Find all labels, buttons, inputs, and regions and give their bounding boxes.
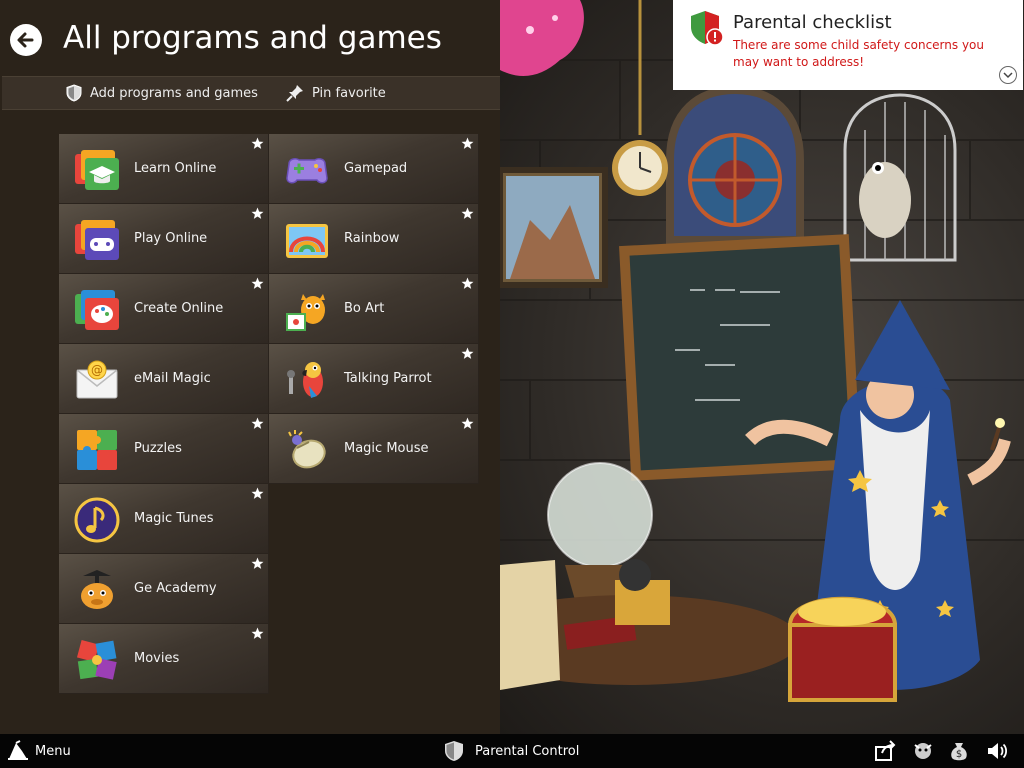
star-icon[interactable] [461, 137, 474, 150]
gamepad-icon [286, 158, 328, 184]
star-icon[interactable] [461, 417, 474, 430]
star-icon[interactable] [461, 207, 474, 220]
star-icon[interactable] [251, 417, 264, 430]
star-icon[interactable] [251, 207, 264, 220]
tile-label: Ge Academy [134, 581, 217, 596]
page-title: All programs and games [63, 20, 442, 56]
header: All programs and games [0, 0, 500, 74]
star-icon[interactable] [251, 137, 264, 150]
shield-warning-icon [691, 11, 724, 46]
tile-label: Gamepad [344, 161, 408, 176]
pushpin-icon [286, 85, 303, 102]
tile-create-online[interactable]: Create Online [59, 274, 269, 344]
tile-label: Create Online [134, 301, 224, 316]
parrot-icon [287, 362, 323, 398]
programs-panel: All programs and games Add programs and … [0, 0, 500, 734]
tile-play-online[interactable]: Play Online [59, 204, 269, 274]
wizard-illustration [500, 0, 1024, 702]
taskbar: Menu Parental Control $ [0, 734, 1024, 768]
film-icon [76, 639, 117, 680]
tile-learn-online[interactable]: Learn Online [59, 134, 269, 204]
tile-label: eMail Magic [134, 371, 211, 386]
svg-text:$: $ [956, 749, 962, 760]
tile-gamepad[interactable]: Gamepad [269, 134, 479, 204]
tile-movies[interactable]: Movies [59, 624, 269, 694]
chevron-down-icon [1003, 72, 1013, 79]
tile-label: Puzzles [134, 441, 182, 456]
tile-talking-parrot[interactable]: Talking Parrot [269, 344, 479, 414]
pin-favorite-button[interactable]: Pin favorite [286, 77, 386, 109]
giraffe-icon [81, 570, 113, 609]
tile-magic-tunes[interactable]: Magic Tunes [59, 484, 269, 554]
tile-rainbow[interactable]: Rainbow [269, 204, 479, 274]
tile-label: Movies [134, 651, 180, 666]
star-icon[interactable] [461, 347, 474, 360]
expand-notification-button[interactable] [999, 66, 1017, 84]
back-arrow-icon [17, 32, 34, 48]
wizard-hat-icon [8, 740, 28, 760]
music-note-icon [74, 497, 120, 543]
tile-label: Talking Parrot [344, 371, 432, 386]
star-icon[interactable] [461, 277, 474, 290]
tile-email-magic[interactable]: @ eMail Magic [59, 344, 269, 414]
tile-label: Magic Tunes [134, 511, 214, 526]
add-programs-label: Add programs and games [90, 85, 258, 101]
toolbar: Add programs and games Pin favorite [2, 76, 500, 110]
star-icon[interactable] [251, 277, 264, 290]
svg-text:@: @ [91, 363, 103, 377]
email-envelope-icon: @ [76, 360, 118, 399]
menu-label: Menu [35, 743, 71, 759]
add-programs-button[interactable]: Add programs and games [66, 77, 258, 109]
wizard-scene-background [500, 0, 1024, 734]
puzzle-icon [77, 430, 117, 470]
tile-ge-academy[interactable]: Ge Academy [59, 554, 269, 624]
back-button[interactable] [10, 24, 42, 56]
tile-label: Bo Art [344, 301, 385, 316]
gamepad-folder-icon [75, 220, 119, 260]
notification-message: There are some child safety concerns you… [733, 38, 984, 69]
cat-painter-icon [286, 294, 325, 331]
parental-checklist-notification[interactable]: Parental checklist There are some child … [673, 0, 1023, 90]
star-icon[interactable] [251, 557, 264, 570]
shield-icon [66, 84, 82, 102]
star-icon[interactable] [251, 487, 264, 500]
character-icon[interactable] [911, 739, 935, 763]
pin-favorite-label: Pin favorite [312, 85, 386, 101]
parental-control-label: Parental Control [475, 743, 580, 759]
tile-label: Magic Mouse [344, 441, 429, 456]
tile-label: Rainbow [344, 231, 400, 246]
tile-bo-art[interactable]: Bo Art [269, 274, 479, 344]
shield-icon [445, 741, 463, 761]
parental-control-button[interactable]: Parental Control [444, 734, 579, 768]
share-icon[interactable] [873, 739, 897, 763]
tile-label: Play Online [134, 231, 208, 246]
tile-magic-mouse[interactable]: Magic Mouse [269, 414, 479, 484]
tile-puzzles[interactable]: Puzzles [59, 414, 269, 484]
star-icon[interactable] [251, 627, 264, 640]
mouse-icon [288, 430, 326, 469]
rainbow-icon [286, 224, 328, 258]
notification-title: Parental checklist [733, 12, 892, 33]
palette-folder-icon [75, 290, 119, 330]
graduation-cap-icon [75, 150, 119, 190]
menu-button[interactable]: Menu [6, 734, 71, 768]
speaker-icon[interactable] [985, 739, 1009, 763]
money-bag-icon[interactable]: $ [947, 739, 971, 763]
tile-label: Learn Online [134, 161, 217, 176]
